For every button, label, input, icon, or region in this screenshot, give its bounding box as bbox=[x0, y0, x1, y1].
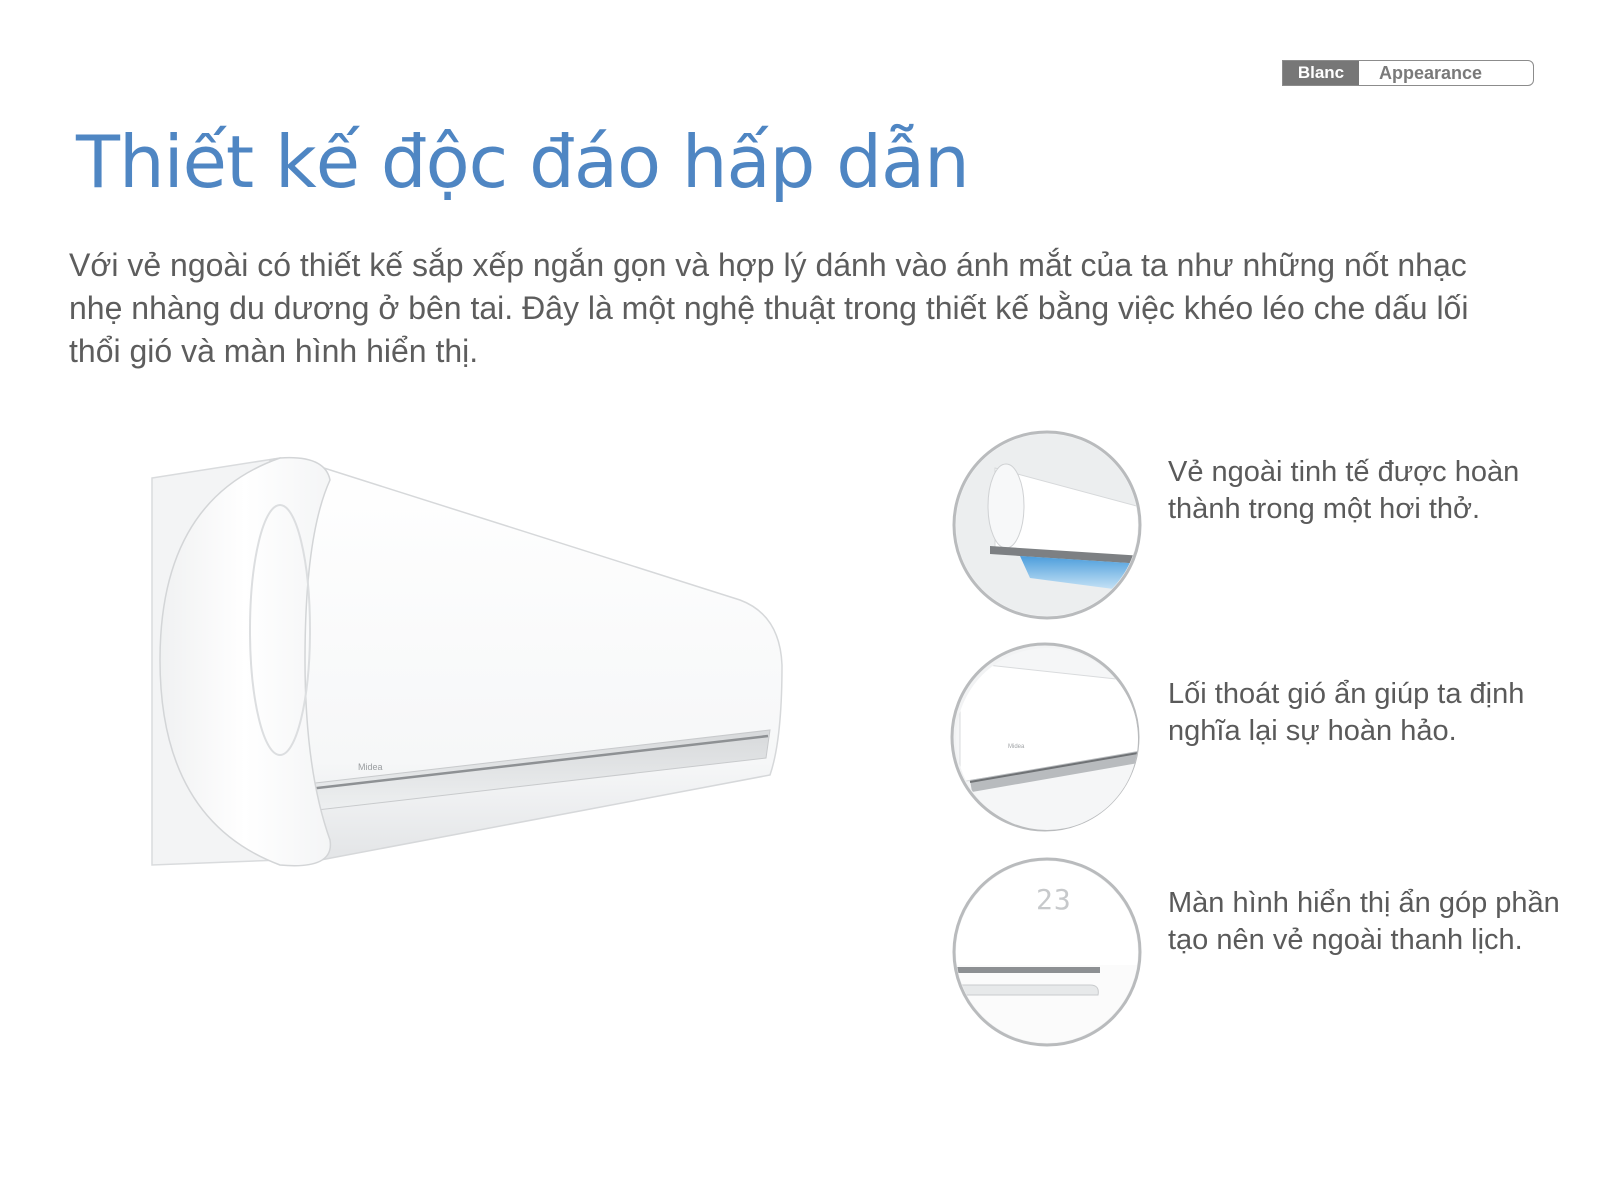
feature-caption: Vẻ ngoài tinh tế được hoàn thành trong m… bbox=[1168, 456, 1520, 525]
air-conditioner-illustration: Midea bbox=[151, 456, 783, 867]
hidden-air-outlet-thumbnail: Midea bbox=[950, 642, 1140, 832]
tag-appearance-label: Appearance bbox=[1379, 62, 1483, 83]
display-readout: 23 bbox=[1036, 883, 1072, 916]
hidden-display-thumbnail: 23 bbox=[952, 857, 1142, 1047]
feature-item: Vẻ ngoài tinh tế được hoàn thành trong m… bbox=[950, 428, 1580, 628]
intro-paragraph: Với vẻ ngoài có thiết kế sắp xếp ngắn gọ… bbox=[69, 247, 1469, 369]
slim-body-thumbnail bbox=[952, 430, 1142, 620]
feature-caption: Màn hình hiển thị ẩn góp phần tạo nên vẻ… bbox=[1168, 887, 1560, 956]
svg-text:Midea: Midea bbox=[1008, 744, 1025, 750]
tag-blanc-label: Blanc bbox=[1283, 61, 1359, 85]
feature-caption: Lối thoát gió ẩn giúp ta định nghĩa lại … bbox=[1168, 678, 1525, 747]
feature-item: Midea Lối thoát gió ẩn giúp ta định nghĩ… bbox=[950, 642, 1580, 842]
section-tag: Blanc Appearance bbox=[1282, 60, 1534, 86]
svg-text:Midea: Midea bbox=[358, 762, 383, 772]
page-title: Thiết kế độc đáo hấp dẫn bbox=[76, 120, 970, 204]
feature-item: 23 Màn hình hiển thị ẩn góp phần tạo nên… bbox=[950, 855, 1580, 1055]
